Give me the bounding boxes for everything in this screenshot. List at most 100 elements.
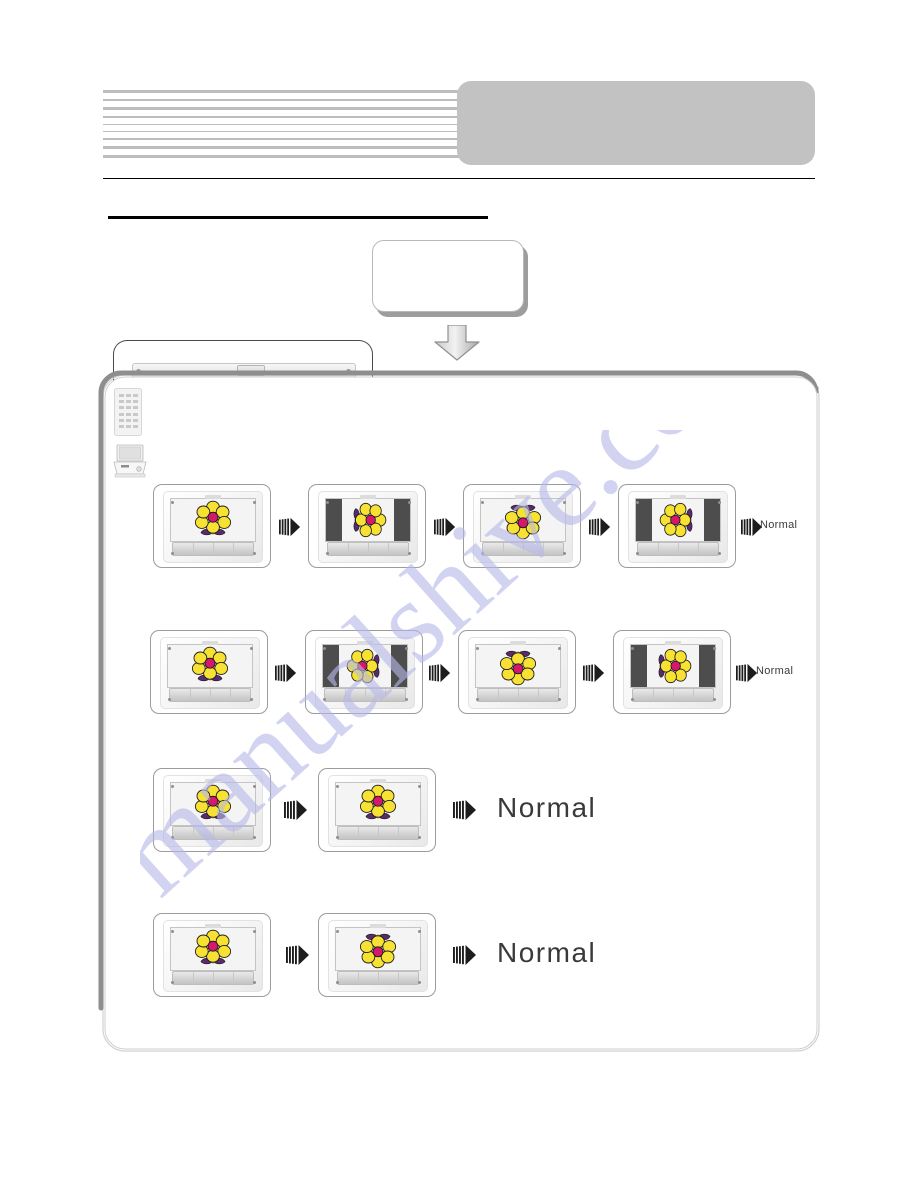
header-title-block xyxy=(457,81,815,165)
header-stripe xyxy=(103,138,465,140)
step-arrow-icon xyxy=(278,516,302,538)
tv-screw xyxy=(253,501,256,504)
aspect-mode-label: Normal xyxy=(497,937,597,968)
step-arrow-icon xyxy=(285,943,311,967)
tv-picture-area xyxy=(336,783,420,825)
tv-picture-area xyxy=(338,645,392,687)
tv-notch xyxy=(370,779,386,783)
tv-body xyxy=(160,637,260,709)
tv-picture-area xyxy=(341,499,395,541)
tv-notch xyxy=(202,641,218,645)
header-stripe xyxy=(103,131,465,132)
tv-bezel xyxy=(170,498,256,542)
tv-stand xyxy=(632,688,714,702)
tv-screw xyxy=(418,836,421,839)
tv-body xyxy=(328,920,428,992)
tv-stand-seam xyxy=(498,689,499,701)
tv-bezel xyxy=(167,644,253,688)
header-stripe xyxy=(103,90,465,93)
flower-icon xyxy=(171,499,255,541)
tv-bezel xyxy=(630,644,716,688)
flower-icon xyxy=(476,645,560,687)
tv-screw xyxy=(168,698,171,701)
tv-screw xyxy=(323,647,326,650)
flower-icon xyxy=(336,928,420,970)
tv-stand-seam xyxy=(233,827,234,839)
tv-picture-area xyxy=(171,783,255,825)
flower-icon xyxy=(339,645,391,687)
tv-stand-seam xyxy=(385,689,386,701)
flower-icon xyxy=(171,783,255,825)
tv-screw xyxy=(631,647,634,650)
tv-screen xyxy=(631,645,715,687)
tv-notch xyxy=(357,641,373,645)
tv-stand-seam xyxy=(538,689,539,701)
tv-screw xyxy=(418,981,421,984)
tv-bezel xyxy=(335,927,421,971)
tv-screen xyxy=(171,499,255,541)
step-arrow-icon xyxy=(274,662,298,684)
tv-screw xyxy=(418,930,421,933)
tv-stand-seam xyxy=(233,543,234,555)
header-stripe xyxy=(103,99,465,101)
tv-stand xyxy=(324,688,406,702)
tv-screw xyxy=(253,836,256,839)
flower-graphic xyxy=(659,502,693,538)
tv-body xyxy=(473,491,573,563)
tv-screw xyxy=(171,981,174,984)
tv-stand xyxy=(327,542,409,556)
tv-body xyxy=(328,775,428,847)
flower-graphic xyxy=(499,650,537,686)
flower-graphic xyxy=(194,784,232,820)
tv-bezel xyxy=(170,927,256,971)
tv-screw xyxy=(718,552,721,555)
tv-screw xyxy=(171,836,174,839)
tv-picture-area xyxy=(171,928,255,970)
tv-stand-seam xyxy=(368,543,369,555)
tv-card xyxy=(318,913,436,997)
tv-body xyxy=(318,491,418,563)
tv-body xyxy=(623,637,723,709)
tv-screw xyxy=(481,501,484,504)
tv-screw xyxy=(405,647,408,650)
callout-text xyxy=(381,249,515,303)
flower-icon xyxy=(481,499,565,541)
flower-icon xyxy=(336,783,420,825)
flower-graphic xyxy=(353,502,387,538)
tv-card xyxy=(153,484,271,568)
tv-stand-seam xyxy=(230,689,231,701)
tv-stand xyxy=(337,971,419,985)
tv-screen xyxy=(476,645,560,687)
flower-graphic xyxy=(359,933,397,969)
step-arrow-icon xyxy=(588,516,612,538)
tv-notch xyxy=(670,495,686,499)
tv-screen xyxy=(168,645,252,687)
tv-card xyxy=(618,484,736,568)
tv-stand-seam xyxy=(543,543,544,555)
tv-body xyxy=(163,920,263,992)
tv-screw xyxy=(253,981,256,984)
header-divider-rule xyxy=(103,178,815,179)
tv-screw xyxy=(336,930,339,933)
tv-screw xyxy=(476,647,479,650)
tv-picture-area xyxy=(168,645,252,687)
header-title-text xyxy=(457,81,815,165)
tv-stand-seam xyxy=(518,689,519,701)
tv-screw xyxy=(336,785,339,788)
tv-stand-seam xyxy=(673,689,674,701)
tv-bezel xyxy=(335,782,421,826)
tv-screw xyxy=(253,552,256,555)
tv-notch xyxy=(370,924,386,928)
tv-picture-area xyxy=(336,928,420,970)
aspect-mode-label: Normal xyxy=(756,665,794,677)
flower-icon xyxy=(171,928,255,970)
tv-stand-seam xyxy=(653,689,654,701)
tv-screen xyxy=(171,783,255,825)
tv-screw xyxy=(558,647,561,650)
flower-graphic xyxy=(658,648,692,684)
tv-stand-seam xyxy=(345,689,346,701)
tv-stand-seam xyxy=(693,689,694,701)
step-arrow-icon xyxy=(428,662,452,684)
tv-screw xyxy=(631,698,634,701)
flower-graphic xyxy=(504,504,542,540)
